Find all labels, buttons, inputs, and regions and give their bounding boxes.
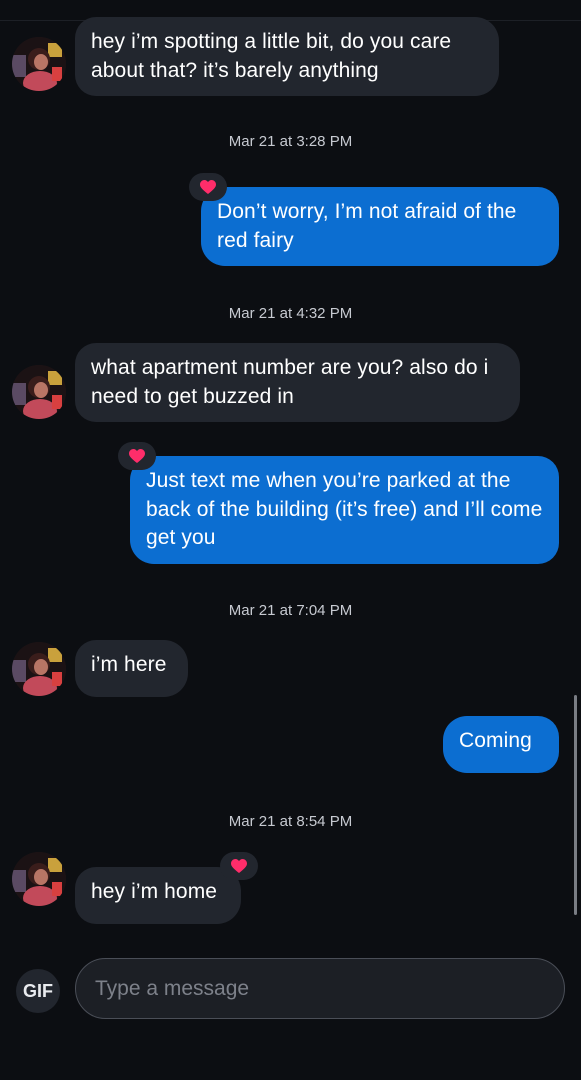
message-input-container[interactable] (75, 958, 565, 1019)
message-input[interactable] (93, 975, 564, 1002)
reaction-badge[interactable] (118, 442, 156, 470)
heart-icon (231, 858, 247, 873)
message-text: what apartment number are you? also do i… (91, 356, 489, 408)
reaction-badge[interactable] (220, 852, 258, 880)
message-bubble-incoming[interactable]: what apartment number are you? also do i… (75, 343, 520, 422)
message-timestamp: Mar 21 at 3:28 PM (228, 133, 353, 150)
contact-avatar[interactable] (12, 642, 66, 696)
heart-icon (129, 448, 145, 463)
message-bubble-outgoing[interactable]: Don’t worry, I’m not afraid of the red f… (201, 187, 559, 266)
message-bubble-incoming[interactable]: i’m here (75, 640, 188, 697)
scrollbar-thumb[interactable] (574, 695, 577, 915)
message-text: i’m here (91, 653, 167, 676)
message-text: hey i’m home (91, 880, 218, 903)
gif-button[interactable]: GIF (16, 969, 60, 1013)
message-bubble-outgoing[interactable]: Just text me when you’re parked at the b… (130, 456, 559, 564)
contact-avatar[interactable] (12, 37, 66, 91)
avatar-photo (12, 365, 66, 419)
message-bubble-incoming[interactable]: hey i’m home (75, 867, 241, 924)
message-text: Coming (459, 729, 532, 752)
message-timestamp: Mar 21 at 7:04 PM (228, 602, 353, 619)
avatar-photo (12, 37, 66, 91)
message-text: Just text me when you’re parked at the b… (146, 469, 543, 549)
reaction-badge[interactable] (189, 173, 227, 201)
contact-avatar[interactable] (12, 365, 66, 419)
message-timestamp: Mar 21 at 4:32 PM (228, 305, 353, 322)
avatar-photo (12, 852, 66, 906)
heart-icon (200, 179, 216, 194)
contact-avatar[interactable] (12, 852, 66, 906)
message-bubble-incoming[interactable]: hey i’m spotting a little bit, do you ca… (75, 17, 499, 96)
avatar-photo (12, 642, 66, 696)
message-text: Don’t worry, I’m not afraid of the red f… (217, 200, 517, 252)
message-bubble-outgoing[interactable]: Coming (443, 716, 559, 773)
message-timestamp: Mar 21 at 8:54 PM (228, 813, 353, 830)
message-text: hey i’m spotting a little bit, do you ca… (91, 30, 452, 82)
